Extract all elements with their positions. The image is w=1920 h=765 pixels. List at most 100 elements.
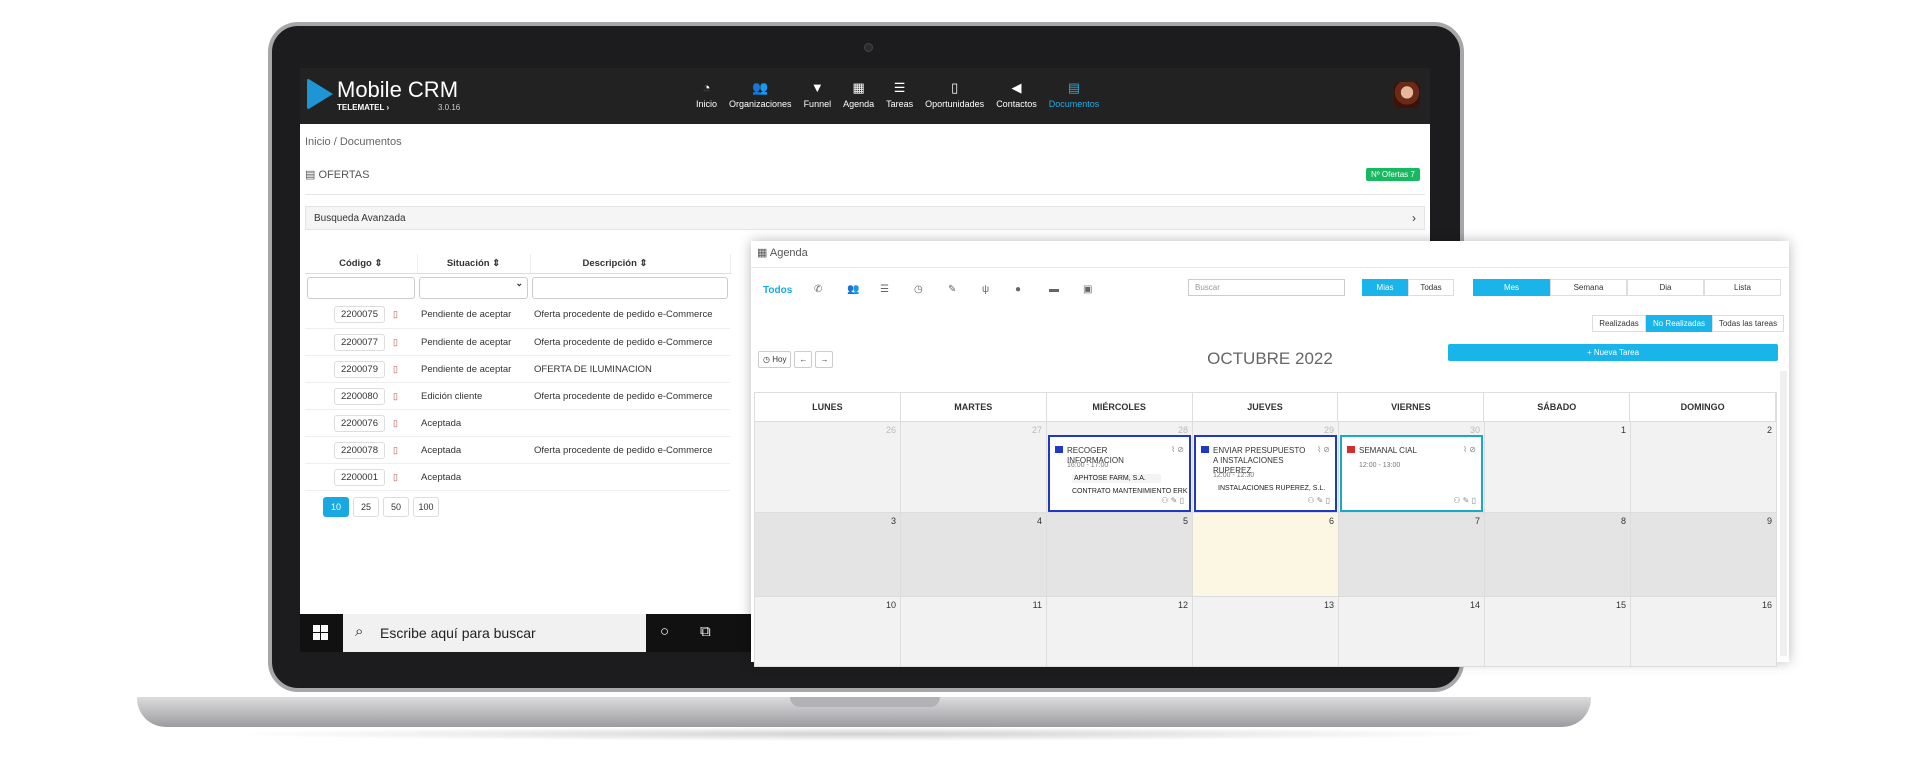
event-actions-icons[interactable]: ⚇ ✎ ▯ bbox=[1161, 496, 1184, 505]
calendar-day[interactable]: 12 bbox=[1047, 597, 1193, 667]
calendar-day[interactable]: 14 bbox=[1339, 597, 1485, 667]
attachment-check-icons[interactable]: ⌇ ⊘ bbox=[1171, 445, 1184, 454]
calendar-day[interactable]: 27 bbox=[901, 422, 1047, 513]
code-filter-input[interactable] bbox=[307, 276, 415, 299]
view-lista[interactable]: Lista bbox=[1704, 279, 1781, 296]
calendar-event[interactable]: ENVIAR PRESUPUESTO A INSTALACIONES RUPER… bbox=[1194, 435, 1337, 512]
status-todas[interactable]: Todas las tareas bbox=[1712, 315, 1784, 332]
pdf-icon[interactable]: ▯ bbox=[393, 364, 398, 375]
page-size-50[interactable]: 50 bbox=[383, 497, 409, 517]
owner-todas[interactable]: Todas bbox=[1408, 279, 1454, 296]
nav-tareas[interactable]: ☰ Tareas bbox=[886, 80, 913, 120]
event-actions-icons[interactable]: ⚇ ✎ ▯ bbox=[1453, 496, 1476, 505]
calendar-scrollbar[interactable] bbox=[1780, 371, 1787, 656]
edit-icon[interactable]: ✎ bbox=[948, 284, 956, 295]
status-filter-select[interactable]: ⌄ bbox=[419, 276, 528, 299]
new-task-button[interactable]: + Nueva Tarea bbox=[1448, 344, 1778, 361]
taskbar-search-input[interactable]: ⌕ Escribe aquí para buscar bbox=[343, 614, 646, 652]
calendar-day[interactable]: 5 bbox=[1047, 513, 1193, 597]
page-size-100[interactable]: 100 bbox=[413, 497, 439, 517]
page-size-10[interactable]: 10 bbox=[323, 497, 349, 517]
advanced-search-toggle[interactable]: Busqueda Avanzada › bbox=[305, 206, 1425, 230]
calendar-day[interactable]: 2 bbox=[1631, 422, 1777, 513]
offer-code[interactable]: 2200001 bbox=[334, 468, 385, 486]
calendar-day[interactable]: 29 ENVIAR PRESUPUESTO A INSTALACIONES RU… bbox=[1193, 422, 1339, 513]
offer-code[interactable]: 2200080 bbox=[334, 387, 385, 405]
table-row[interactable]: 2200076 ▯ Aceptada bbox=[305, 409, 730, 437]
description-filter-input[interactable] bbox=[532, 276, 728, 299]
table-row[interactable]: 2200075 ▯ Pendiente de aceptar Oferta proce… bbox=[305, 301, 730, 329]
column-header-codigo[interactable]: Código ⇕ bbox=[305, 254, 418, 274]
pdf-icon[interactable]: ▯ bbox=[393, 472, 398, 483]
comment-icon[interactable]: ● bbox=[1015, 284, 1021, 295]
attachment-check-icons[interactable]: ⌇ ⊘ bbox=[1463, 445, 1476, 454]
calendar-day[interactable]: 7 bbox=[1339, 513, 1485, 597]
user-avatar[interactable] bbox=[1394, 82, 1420, 108]
food-icon[interactable]: ψ bbox=[982, 284, 989, 295]
column-header-descripcion[interactable]: Descripción ⇕ bbox=[530, 254, 731, 274]
nav-contactos[interactable]: ◀ Contactos bbox=[996, 80, 1037, 120]
calendar-day[interactable]: 8 bbox=[1485, 513, 1631, 597]
status-realizadas[interactable]: Realizadas bbox=[1592, 315, 1646, 332]
calendar-day[interactable]: 9 bbox=[1631, 513, 1777, 597]
view-dia[interactable]: Dia bbox=[1627, 279, 1704, 296]
filter-all-types[interactable]: Todos bbox=[763, 285, 792, 296]
nav-inicio[interactable]: ◔ Inicio bbox=[696, 80, 717, 120]
owner-mias[interactable]: Mias bbox=[1362, 279, 1408, 296]
pdf-icon[interactable]: ▯ bbox=[393, 309, 398, 320]
calendar-day[interactable]: 11 bbox=[901, 597, 1047, 667]
calendar-day[interactable]: 30 SEMANAL CIAL ⌇ ⊘ 12:00 - 13:00 ⚇ ✎ ▯ bbox=[1339, 422, 1485, 513]
status-no-realizadas[interactable]: No Realizadas bbox=[1646, 315, 1712, 332]
today-button[interactable]: ◷ Hoy bbox=[758, 351, 792, 368]
calendar-event[interactable]: SEMANAL CIAL ⌇ ⊘ 12:00 - 13:00 ⚇ ✎ ▯ bbox=[1340, 435, 1483, 512]
calendar-day[interactable]: 10 bbox=[755, 597, 901, 667]
offer-code[interactable]: 2200079 bbox=[334, 360, 385, 378]
pdf-icon[interactable]: ▯ bbox=[393, 337, 398, 348]
event-actions-icons[interactable]: ⚇ ✎ ▯ bbox=[1307, 496, 1330, 505]
windows-start-icon[interactable] bbox=[313, 625, 328, 640]
users-icon[interactable]: 👥 bbox=[847, 284, 859, 295]
page-size-25[interactable]: 25 bbox=[353, 497, 379, 517]
offer-code[interactable]: 2200075 bbox=[334, 306, 385, 324]
company-link[interactable]: TELEMATEL › bbox=[337, 103, 389, 112]
table-row[interactable]: 2200077 ▯ Pendiente de aceptar Oferta proce… bbox=[305, 328, 730, 356]
nav-organizaciones[interactable]: 👥 Organizaciones bbox=[729, 80, 792, 120]
cortana-icon[interactable]: ○ bbox=[660, 623, 669, 640]
calendar-day[interactable]: 1 bbox=[1485, 422, 1631, 513]
table-row[interactable]: 2200001 ▯ Aceptada bbox=[305, 463, 730, 491]
nav-oportunidades[interactable]: ▯ Oportunidades bbox=[925, 80, 984, 120]
calendar-day[interactable]: 26 bbox=[755, 422, 901, 513]
table-row[interactable]: 2200078 ▯ Aceptada Oferta procedente de ped… bbox=[305, 436, 730, 464]
offer-code[interactable]: 2200078 bbox=[334, 441, 385, 459]
calendar-event[interactable]: RECOGER INFORMACION ⌇ ⊘ 16:00 - 17:00 AP… bbox=[1048, 435, 1191, 512]
calendar-day[interactable]: 15 bbox=[1485, 597, 1631, 667]
tasks-icon[interactable]: ☰ bbox=[880, 284, 889, 295]
nav-agenda[interactable]: ▦ Agenda bbox=[843, 80, 874, 120]
money-icon[interactable]: ▣ bbox=[1083, 284, 1092, 295]
calendar-day[interactable]: 28 RECOGER INFORMACION ⌇ ⊘ 16:00 - 17:00… bbox=[1047, 422, 1193, 513]
breadcrumb-home[interactable]: Inicio / bbox=[305, 136, 337, 148]
clock-icon[interactable]: ◷ bbox=[914, 284, 923, 295]
nav-documentos[interactable]: ▤ Documentos bbox=[1049, 80, 1100, 120]
calendar-day-today[interactable]: 6 bbox=[1193, 513, 1339, 597]
offer-code[interactable]: 2200077 bbox=[334, 333, 385, 351]
calendar-day[interactable]: 16 bbox=[1631, 597, 1777, 667]
table-row[interactable]: 2200079 ▯ Pendiente de aceptar OFERTA DE IL… bbox=[305, 355, 730, 383]
view-mes[interactable]: Mes bbox=[1473, 279, 1550, 296]
offer-code[interactable]: 2200076 bbox=[334, 414, 385, 432]
calendar-day[interactable]: 13 bbox=[1193, 597, 1339, 667]
next-month-button[interactable]: → bbox=[815, 351, 834, 368]
prev-month-button[interactable]: ← bbox=[794, 351, 813, 368]
agenda-search-input[interactable]: Buscar bbox=[1188, 279, 1345, 296]
calendar-day[interactable]: 4 bbox=[901, 513, 1047, 597]
car-icon[interactable]: ▬ bbox=[1049, 284, 1059, 295]
phone-icon[interactable]: ✆ bbox=[814, 284, 822, 295]
task-view-icon[interactable]: ⧉ bbox=[700, 623, 711, 640]
table-row[interactable]: 2200080 ▯ Edición cliente Oferta procedente… bbox=[305, 382, 730, 410]
nav-funnel[interactable]: ▼ Funnel bbox=[804, 80, 832, 120]
attachment-check-icons[interactable]: ⌇ ⊘ bbox=[1317, 445, 1330, 454]
view-semana[interactable]: Semana bbox=[1550, 279, 1627, 296]
pdf-icon[interactable]: ▯ bbox=[393, 445, 398, 456]
column-header-situacion[interactable]: Situación ⇕ bbox=[417, 254, 531, 274]
pdf-icon[interactable]: ▯ bbox=[393, 391, 398, 402]
